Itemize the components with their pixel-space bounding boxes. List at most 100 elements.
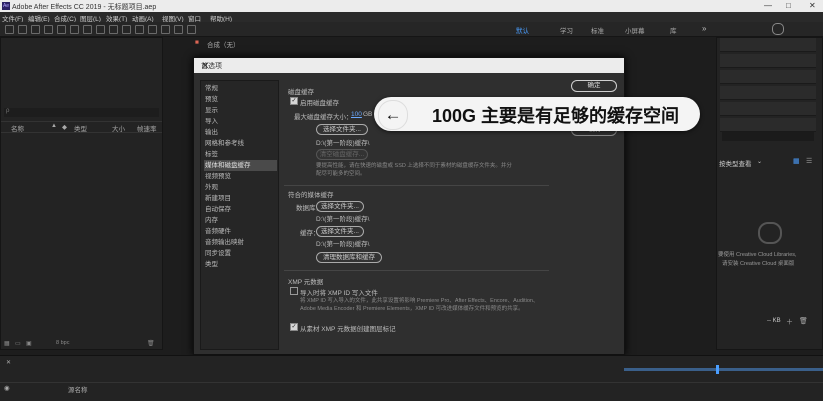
selection-tool-icon[interactable] xyxy=(18,25,27,34)
category-display[interactable]: 显示 xyxy=(204,105,277,116)
category-new-project[interactable]: 新建项目 xyxy=(204,193,277,204)
new-folder-icon[interactable]: ▭ xyxy=(15,340,21,347)
creative-cloud-icon xyxy=(758,222,782,244)
pan-behind-tool-icon[interactable] xyxy=(83,25,92,34)
category-output[interactable]: 输出 xyxy=(204,127,277,138)
create-layer-markers-checkbox[interactable]: ✓ xyxy=(290,323,298,331)
disk-cache-note-line2: 配尽可能多的空间。 xyxy=(316,171,366,177)
close-icon[interactable]: ✕ xyxy=(201,61,618,72)
close-window-button[interactable]: ✕ xyxy=(809,1,816,10)
pen-tool-icon[interactable] xyxy=(109,25,118,34)
library-search-input[interactable] xyxy=(722,132,814,141)
empty-disk-cache-button[interactable]: 清空磁盘缓存... xyxy=(316,149,368,160)
clone-tool-icon[interactable] xyxy=(148,25,157,34)
category-general[interactable]: 常规 xyxy=(204,83,277,94)
cache-choose-folder-button[interactable]: 选择文件夹... xyxy=(316,226,364,237)
interpret-footage-icon[interactable]: ▦ xyxy=(4,340,10,347)
brush-tool-icon[interactable] xyxy=(135,25,144,34)
workspace-libraries[interactable]: 库 xyxy=(670,25,677,35)
enable-disk-cache-checkbox[interactable]: ✓ xyxy=(290,97,298,105)
grid-view-icon[interactable]: ▦ xyxy=(793,157,800,165)
delete-icon[interactable]: 🗑 xyxy=(147,340,155,347)
clean-database-cache-button[interactable]: 清理数据库和缓存 xyxy=(316,252,382,263)
add-to-library-icon[interactable]: ＋ xyxy=(786,317,793,327)
category-audio-output-mapping[interactable]: 音频输出映射 xyxy=(204,237,277,248)
new-composition-icon[interactable]: ▣ xyxy=(26,340,32,347)
audio-video-switch-icon[interactable]: ◉ xyxy=(4,384,10,392)
window-title: Adobe After Effects CC 2019 - 无标题项目.aep xyxy=(12,4,157,11)
max-disk-cache-label: 最大磁盘缓存大小： xyxy=(294,114,353,121)
column-size[interactable]: 大小 xyxy=(112,123,125,133)
project-search-input[interactable]: ρ xyxy=(4,108,159,117)
timeline-close-icon[interactable]: ✕ xyxy=(6,359,11,366)
workspace-small-screen[interactable]: 小屏幕 xyxy=(625,25,645,35)
info-panel-tab[interactable] xyxy=(720,38,816,52)
view-by-type-dropdown[interactable]: 按类型查看 xyxy=(719,158,752,168)
category-sync-settings[interactable]: 同步设置 xyxy=(204,248,277,259)
eraser-tool-icon[interactable] xyxy=(161,25,170,34)
disk-cache-path: D:\(第一阶段)缓存\ xyxy=(316,140,370,147)
text-tool-icon[interactable] xyxy=(122,25,131,34)
libraries-panel-tab[interactable] xyxy=(720,118,816,132)
column-frame-rate[interactable]: 帧速率 xyxy=(137,123,157,133)
preview-panel-tab[interactable] xyxy=(720,70,816,84)
hand-tool-icon[interactable] xyxy=(31,25,40,34)
cc-libraries-message-line1: 要使用 Creative Cloud Libraries, xyxy=(718,252,797,258)
label-icon[interactable]: ◆ xyxy=(62,123,67,131)
category-media-disk-cache[interactable]: 媒体和磁盘缓存 xyxy=(204,160,277,171)
category-appearance[interactable]: 外观 xyxy=(204,182,277,193)
max-disk-cache-value[interactable]: 100 xyxy=(351,111,362,118)
minimize-button[interactable]: — xyxy=(764,1,772,10)
category-grids-guides[interactable]: 网格和参考线 xyxy=(204,138,277,149)
home-icon[interactable] xyxy=(5,25,14,34)
current-time-indicator[interactable] xyxy=(716,365,719,374)
list-view-icon[interactable]: ☰ xyxy=(806,157,812,165)
write-xmp-id-checkbox[interactable] xyxy=(290,287,298,295)
write-xmp-id-label: 导入时将 XMP ID 写入文件 xyxy=(300,290,378,297)
category-import[interactable]: 导入 xyxy=(204,116,277,127)
conformed-cache-section-title: 符合的媒体缓存 xyxy=(288,192,334,199)
workspace-learn[interactable]: 学习 xyxy=(560,25,573,35)
search-help-icon[interactable] xyxy=(772,23,784,35)
annotation-text: 100G 主要是有足够的缓存空间 xyxy=(432,106,680,126)
bit-depth-label[interactable]: 8 bpc xyxy=(56,340,69,346)
align-panel-tab[interactable] xyxy=(720,102,816,116)
effects-presets-panel-tab[interactable] xyxy=(720,86,816,100)
category-auto-save[interactable]: 自动保存 xyxy=(204,204,277,215)
puppet-tool-icon[interactable] xyxy=(187,25,196,34)
workspace-standard[interactable]: 标准 xyxy=(591,25,604,35)
category-labels[interactable]: 标签 xyxy=(204,149,277,160)
disk-cache-note-line1: 要提高性能，请在快速的磁盘或 SSD 上选择不同于素材的磁盘缓存文件夹。并分 xyxy=(316,163,512,169)
cache-path: D:\(第一阶段)缓存\ xyxy=(316,241,370,248)
composition-lock-icon[interactable]: ■ xyxy=(195,39,199,46)
workspace-default[interactable]: 默认 xyxy=(516,25,529,35)
category-audio-hardware[interactable]: 音频硬件 xyxy=(204,226,277,237)
disk-cache-choose-folder-button[interactable]: 选择文件夹... xyxy=(316,124,368,135)
camera-tool-icon[interactable] xyxy=(70,25,79,34)
zoom-tool-icon[interactable] xyxy=(44,25,53,34)
source-name-column[interactable]: 源名称 xyxy=(68,384,88,394)
create-layer-markers-label: 从素材 XMP 元数据创建图层标记 xyxy=(300,326,396,333)
rotate-tool-icon[interactable] xyxy=(57,25,66,34)
category-type[interactable]: 类型 xyxy=(204,259,277,270)
column-name[interactable]: 名称 xyxy=(11,123,24,133)
maximize-button[interactable]: □ xyxy=(786,1,791,10)
roto-brush-tool-icon[interactable] xyxy=(174,25,183,34)
disk-cache-section-title: 磁盘缓存 xyxy=(288,89,314,96)
tool-bar: 默认 学习 标准 小屏幕 库 » xyxy=(0,22,823,37)
category-video-preview[interactable]: 视频预览 xyxy=(204,171,277,182)
sort-arrow-icon: ▲ xyxy=(51,123,57,129)
column-type[interactable]: 类型 xyxy=(74,123,87,133)
menu-bar: 文件(F) 编辑(E) 合成(C) 图层(L) 效果(T) 动画(A) 视图(V… xyxy=(0,12,823,23)
library-delete-icon[interactable]: 🗑 xyxy=(799,317,808,325)
work-area-bar[interactable] xyxy=(624,368,823,371)
ok-button[interactable]: 确定 xyxy=(571,80,617,92)
more-workspaces-icon[interactable]: » xyxy=(702,24,706,33)
database-choose-folder-button[interactable]: 选择文件夹... xyxy=(316,201,364,212)
composition-tab[interactable]: 合成（无） xyxy=(207,39,240,49)
database-path: D:\(第一阶段)缓存\ xyxy=(316,216,370,223)
category-memory[interactable]: 内存 xyxy=(204,215,277,226)
audio-panel-tab[interactable] xyxy=(720,54,816,68)
rectangle-tool-icon[interactable] xyxy=(96,25,105,34)
category-previews[interactable]: 预览 xyxy=(204,94,277,105)
